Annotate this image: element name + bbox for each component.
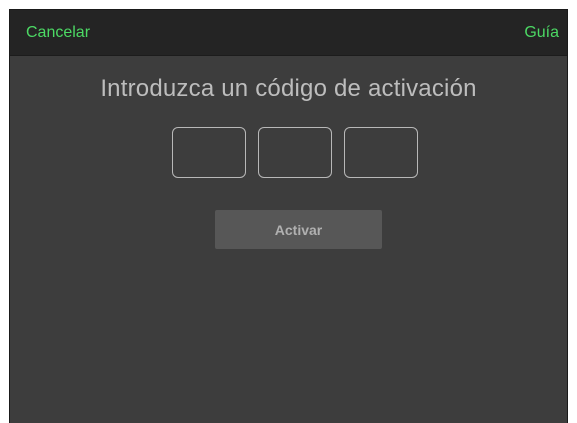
guide-button[interactable]: Guía [524,23,559,43]
cancel-button[interactable]: Cancelar [26,23,90,43]
activation-code-fields [10,127,567,181]
code-field-1[interactable] [172,127,246,178]
activation-screen: Cancelar Guía Introduzca un código de ac… [9,9,568,423]
code-field-2[interactable] [258,127,332,178]
activate-button[interactable]: Activar [215,210,382,249]
code-field-3[interactable] [344,127,418,178]
navigation-bar: Cancelar Guía [10,10,567,56]
page-title: Introduzca un código de activación [100,75,477,102]
